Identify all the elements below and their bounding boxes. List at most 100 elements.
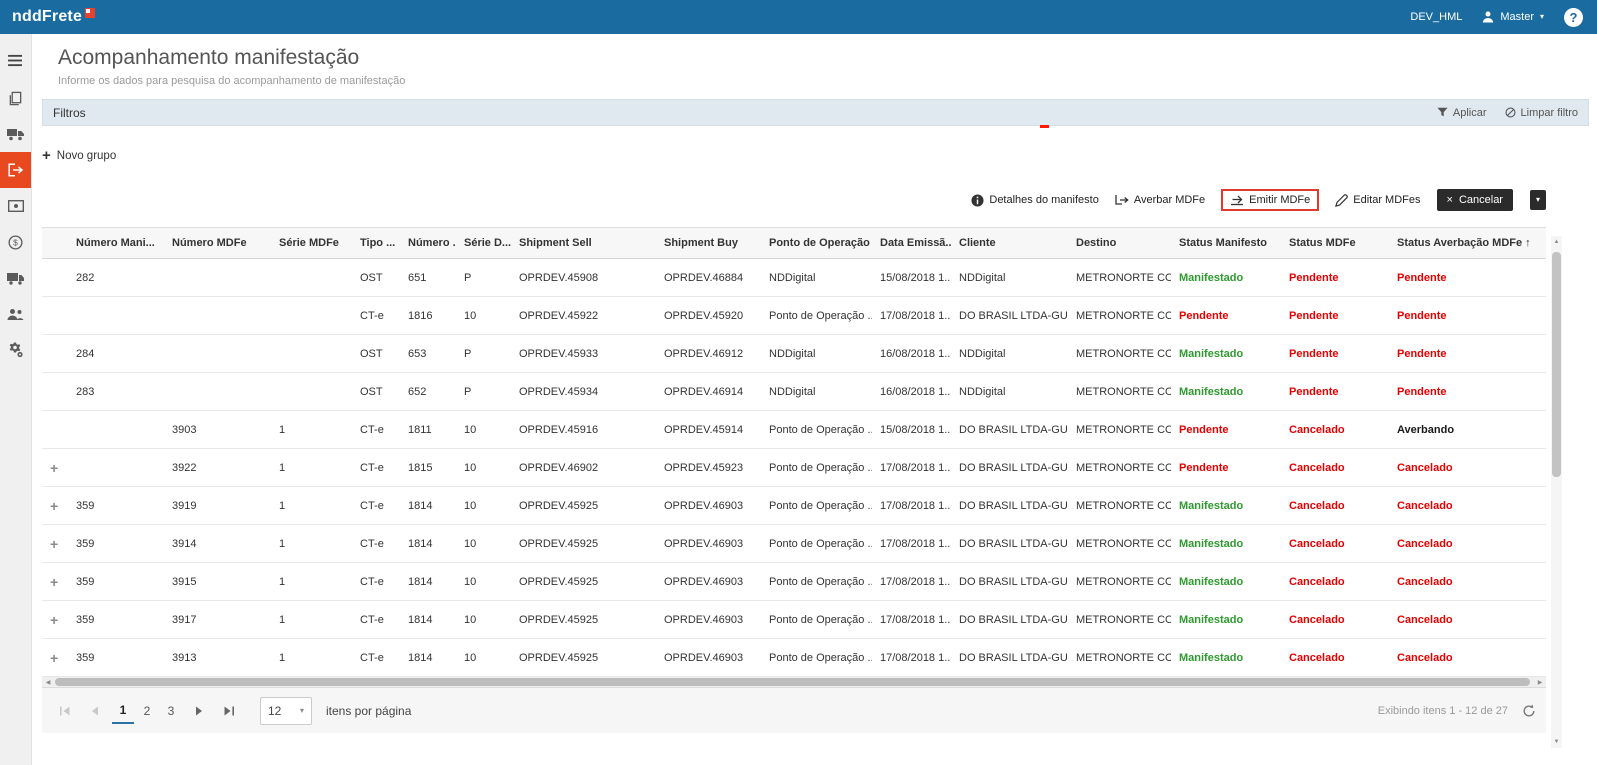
first-page-button[interactable] [52, 698, 78, 724]
refresh-icon[interactable] [1522, 704, 1536, 718]
brand-logo[interactable]: nddFrete [12, 7, 95, 27]
scroll-up-arrow-icon[interactable]: ▲ [1551, 236, 1562, 248]
table-row[interactable]: 39031CT-e181110OPRDEV.45916OPRDEV.45914P… [42, 411, 1546, 449]
cell-serie-mdfe: 1 [271, 411, 352, 449]
cell-destino: METRONORTE CO... [1068, 297, 1171, 335]
column-header-shipment-sell[interactable]: Shipment Sell [511, 228, 656, 259]
table-row[interactable]: 284OST653POPRDEV.45933OPRDEV.46912NDDigi… [42, 335, 1546, 373]
manifest-details-button[interactable]: Detalhes do manifesto [971, 194, 1098, 207]
table-row[interactable]: +35939191CT-e181410OPRDEV.45925OPRDEV.46… [42, 487, 1546, 525]
table-row[interactable]: +35939141CT-e181410OPRDEV.45925OPRDEV.46… [42, 525, 1546, 563]
averbar-mdfe-button[interactable]: Averbar MDFe [1115, 194, 1205, 206]
page-button-1[interactable]: 1 [112, 698, 134, 724]
horizontal-scrollbar-thumb[interactable] [55, 678, 1530, 686]
user-icon [1482, 11, 1494, 23]
scroll-down-arrow-icon[interactable]: ▼ [1551, 736, 1562, 748]
cell-destino: METRONORTE CO... [1068, 601, 1171, 639]
cell-data-emissao: 16/08/2018 1... [872, 373, 951, 411]
cell-numero-mdfe [164, 297, 271, 335]
table-row[interactable]: +39221CT-e181510OPRDEV.46902OPRDEV.45923… [42, 449, 1546, 487]
cell-expand: + [42, 639, 68, 677]
expand-row-icon[interactable]: + [50, 536, 58, 552]
table-row[interactable]: +35939151CT-e181410OPRDEV.45925OPRDEV.46… [42, 563, 1546, 601]
column-header-serie-mdfe[interactable]: Série MDFe [271, 228, 352, 259]
cell-data-emissao: 17/08/2018 1... [872, 449, 951, 487]
column-header-numero-manifesto[interactable]: Número Mani... [68, 228, 164, 259]
cancelar-button[interactable]: × Cancelar [1437, 189, 1513, 211]
column-header-ponto-operacao[interactable]: Ponto de Operação [761, 228, 872, 259]
sidebar-item-settings[interactable] [0, 332, 31, 368]
scroll-right-arrow-icon[interactable]: ▶ [1534, 677, 1546, 687]
cell-numero-mdfe: 3922 [164, 449, 271, 487]
column-header-destino[interactable]: Destino [1068, 228, 1171, 259]
column-header-shipment-buy[interactable]: Shipment Buy [656, 228, 761, 259]
expand-row-icon[interactable]: + [50, 650, 58, 666]
topbar: nddFrete DEV_HML Master ▾ ? [0, 0, 1597, 34]
table-row[interactable]: 282OST651POPRDEV.45908OPRDEV.46884NDDigi… [42, 259, 1546, 297]
grid-toolbar: Detalhes do manifesto Averbar MDFe Emiti… [42, 189, 1546, 211]
table-row[interactable]: CT-e181610OPRDEV.45922OPRDEV.45920Ponto … [42, 297, 1546, 335]
apply-filter-button[interactable]: Aplicar [1437, 107, 1487, 119]
sidebar-item-payments[interactable] [0, 188, 31, 224]
cell-cliente: DO BRASIL LTDA-GU... [951, 525, 1068, 563]
expand-row-icon[interactable]: + [50, 574, 58, 590]
horizontal-scrollbar[interactable]: ◀ ▶ [42, 677, 1546, 687]
cell-status-averbacao-mdfe: Cancelado [1389, 601, 1546, 639]
column-header-status-averbacao-mdfe[interactable]: Status Averbação MDFe↑ [1389, 228, 1546, 259]
hamburger-icon [8, 54, 23, 67]
editar-mdfes-button[interactable]: Editar MDFes [1335, 194, 1420, 207]
column-header-expand [42, 228, 68, 259]
sidebar-item-documents[interactable] [0, 80, 31, 116]
sidebar-item-transport[interactable] [0, 116, 31, 152]
sidebar-item-fleet[interactable] [0, 260, 31, 296]
help-button[interactable]: ? [1564, 8, 1583, 27]
cell-tipo: OST [352, 335, 400, 373]
last-page-button[interactable] [216, 698, 242, 724]
cell-status-manifesto: Manifestado [1171, 373, 1281, 411]
expand-row-icon[interactable]: + [50, 612, 58, 628]
table-row[interactable]: +35939171CT-e181410OPRDEV.45925OPRDEV.46… [42, 601, 1546, 639]
filter-bar[interactable]: Filtros Aplicar Limpar filtro [42, 99, 1589, 126]
column-header-status-mdfe[interactable]: Status MDFe [1281, 228, 1389, 259]
column-header-numero-mdfe[interactable]: Número MDFe [164, 228, 271, 259]
sidebar-item-users[interactable] [0, 296, 31, 332]
scroll-left-arrow-icon[interactable]: ◀ [42, 677, 54, 687]
column-header-serie-doc[interactable]: Série D... [456, 228, 511, 259]
clear-filter-button[interactable]: Limpar filtro [1505, 107, 1578, 119]
column-header-numero[interactable]: Número ... [400, 228, 456, 259]
cell-ponto-operacao: Ponto de Operação ... [761, 601, 872, 639]
page-button-3[interactable]: 3 [160, 698, 182, 724]
page-size-select[interactable]: 12 ▾ [260, 697, 312, 725]
vertical-scrollbar[interactable]: ▲ ▼ [1551, 236, 1562, 748]
user-menu[interactable]: Master ▾ [1482, 11, 1544, 23]
previous-page-button[interactable] [82, 698, 108, 724]
main-content: Acompanhamento manifestação Informe os d… [32, 34, 1597, 765]
sidebar-item-manifestacao[interactable] [0, 152, 31, 188]
table-row[interactable]: +35939131CT-e181410OPRDEV.45925OPRDEV.46… [42, 639, 1546, 677]
new-group-button[interactable]: + Novo grupo [42, 148, 116, 163]
expand-row-icon[interactable]: + [50, 498, 58, 514]
cancelar-dropdown-button[interactable]: ▾ [1530, 190, 1546, 210]
emitir-mdfe-button[interactable]: Emitir MDFe [1230, 194, 1310, 206]
cell-status-mdfe: Pendente [1281, 335, 1389, 373]
vertical-scrollbar-thumb[interactable] [1552, 252, 1561, 477]
cell-serie-mdfe: 1 [271, 563, 352, 601]
sidebar: $ [0, 34, 32, 765]
cell-numero-manifesto: 283 [68, 373, 164, 411]
column-header-status-manifesto[interactable]: Status Manifesto [1171, 228, 1281, 259]
cell-destino: METRONORTE CO... [1068, 259, 1171, 297]
column-header-data-emissao[interactable]: Data Emissã... [872, 228, 951, 259]
column-header-cliente[interactable]: Cliente [951, 228, 1068, 259]
cell-serie-mdfe [271, 373, 352, 411]
cell-expand: + [42, 525, 68, 563]
cell-serie-doc: 10 [456, 411, 511, 449]
table-row[interactable]: 283OST652POPRDEV.45934OPRDEV.46914NDDigi… [42, 373, 1546, 411]
cell-numero: 1814 [400, 525, 456, 563]
page-button-2[interactable]: 2 [136, 698, 158, 724]
expand-row-icon[interactable]: + [50, 460, 58, 476]
menu-toggle-button[interactable] [0, 42, 31, 78]
next-page-button[interactable] [186, 698, 212, 724]
cell-numero-mdfe: 3917 [164, 601, 271, 639]
sidebar-item-financial[interactable]: $ [0, 224, 31, 260]
column-header-tipo[interactable]: Tipo ... [352, 228, 400, 259]
